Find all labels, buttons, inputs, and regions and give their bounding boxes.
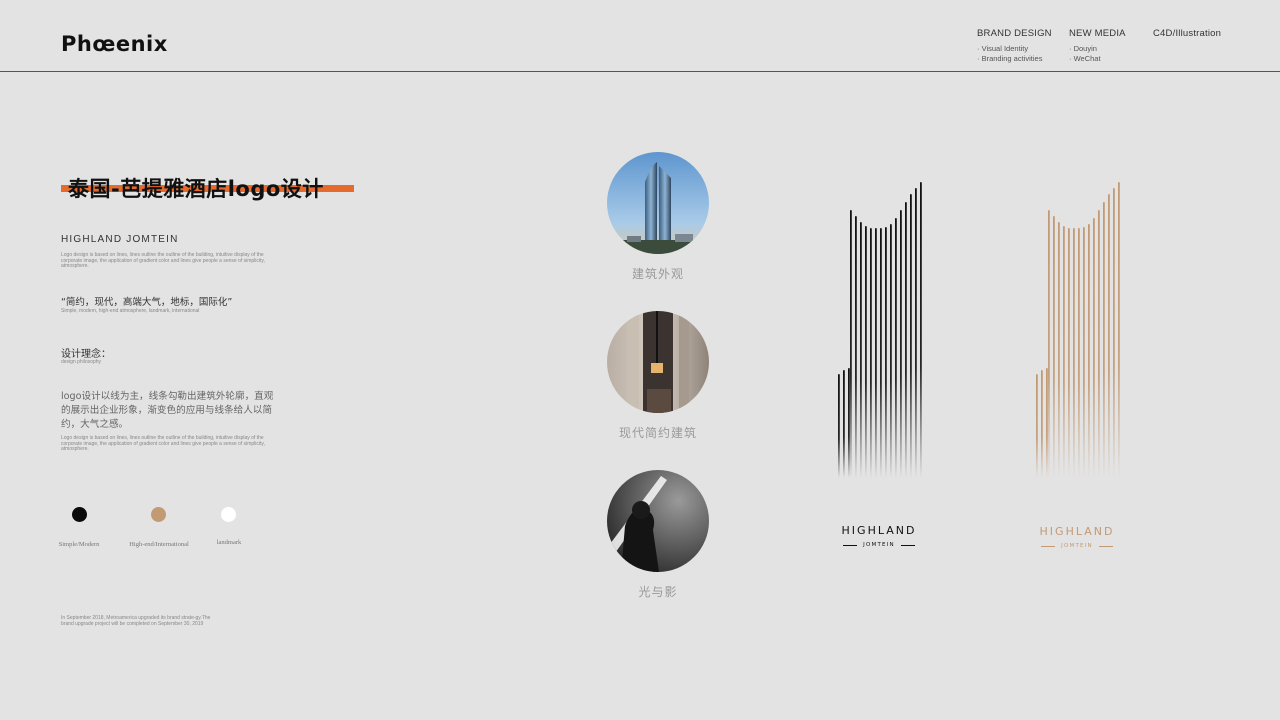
page-title-text: 泰国-芭提雅酒店logo设计 — [68, 177, 324, 201]
design-keywords-en: Simple, modern, high-end atmosphere, lan… — [61, 308, 200, 314]
logo-rule — [1041, 545, 1056, 547]
swatch-label: High-end/International — [129, 541, 189, 548]
logo-black-building-mark — [830, 178, 930, 487]
logo-stroke — [855, 216, 857, 478]
logo-stroke — [838, 374, 840, 478]
logo-stroke — [890, 224, 892, 478]
logo-wordmark-gold: HIGHLAND — [1039, 525, 1115, 538]
philosophy-body-en: Logo design is based on lines, lines out… — [61, 435, 265, 453]
circle-caption: 光与影 — [638, 585, 678, 599]
logo-stroke — [1058, 222, 1060, 478]
logo-stroke — [843, 370, 845, 478]
nav-title[interactable]: NEW MEDIA — [1069, 28, 1126, 39]
logo-stroke — [1073, 228, 1075, 478]
philosophy-label: 设计理念： — [61, 349, 111, 360]
logo-stroke — [895, 218, 897, 478]
logo-stroke — [1103, 202, 1105, 478]
logo-wordmark-black: HIGHLAND — [841, 524, 917, 537]
logo-stroke — [1048, 210, 1050, 478]
logo-stroke — [870, 228, 872, 478]
logo-stroke — [1088, 224, 1090, 478]
footnote: In September 2018, Metroamerica upgraded… — [61, 615, 211, 627]
nav-sub-item[interactable]: · Visual Identity — [977, 44, 1052, 54]
logo-stroke — [915, 188, 917, 478]
logo-subword: JOMTEIN — [863, 542, 895, 548]
logo-stroke — [850, 210, 852, 478]
logo-subword: JOMTEIN — [1061, 543, 1093, 549]
page-title: 泰国-芭提雅酒店logo设计 — [61, 172, 361, 206]
logo-stroke — [910, 194, 912, 478]
logo-rule — [843, 544, 858, 546]
brand-description: Logo design is based on lines, lines out… — [61, 252, 265, 270]
logo-stroke — [1053, 216, 1055, 478]
logo-stroke — [1046, 368, 1048, 478]
logo-stroke — [848, 368, 850, 478]
nav-c4d-illustration[interactable]: C4D/Illustration — [1153, 28, 1221, 39]
logo-stroke — [865, 226, 867, 478]
circle-caption: 现代简约建筑 — [618, 426, 697, 440]
logo-stroke — [1098, 210, 1100, 478]
swatch-white — [221, 507, 236, 522]
logo-stroke — [880, 228, 882, 478]
logo-stroke — [1083, 227, 1085, 478]
logo-stroke — [1063, 226, 1065, 478]
nav-sub-item[interactable]: · Douyin — [1069, 44, 1126, 54]
logo-stroke — [1108, 194, 1110, 478]
logo-stroke — [1036, 374, 1038, 478]
header-divider — [0, 71, 1280, 72]
swatch-label: landmark — [216, 539, 242, 546]
logo-stroke — [860, 222, 862, 478]
logo-stroke — [905, 202, 907, 478]
nav-title[interactable]: BRAND DESIGN — [977, 28, 1052, 39]
logo-stroke — [875, 228, 877, 478]
philosophy-body: logo设计以线为主，线条勾勒出建筑外轮廓，直观的展示出企业形象，渐变色的应用与… — [61, 391, 274, 430]
logo-stroke — [920, 182, 922, 478]
logo-subline-black: JOMTEIN — [799, 542, 959, 548]
logo-stroke — [1113, 188, 1115, 478]
nav-title[interactable]: C4D/Illustration — [1153, 28, 1221, 39]
logo-stroke — [885, 227, 887, 478]
brand-logo[interactable]: Phœenix — [61, 32, 168, 56]
swatch-label: Simple/Modern — [58, 541, 100, 548]
building-exterior-image — [607, 152, 709, 254]
logo-stroke — [1118, 182, 1120, 478]
philosophy-label-en: design philosophy — [61, 359, 102, 365]
logo-stroke — [1093, 218, 1095, 478]
swatch-gold — [151, 507, 166, 522]
nav-sub-item[interactable]: · WeChat — [1069, 54, 1126, 64]
logo-stroke — [1078, 228, 1080, 478]
logo-stroke — [1041, 370, 1043, 478]
brand-name: HIGHLAND JOMTEIN — [61, 234, 179, 245]
logo-rule — [900, 544, 915, 546]
nav-new-media[interactable]: NEW MEDIA · Douyin · WeChat — [1069, 28, 1126, 64]
logo-stroke — [900, 210, 902, 478]
logo-subline-gold: JOMTEIN — [997, 543, 1157, 549]
nav-sub-item[interactable]: · Branding activities — [977, 54, 1052, 64]
circle-caption: 建筑外观 — [631, 267, 684, 281]
logo-gold-building-mark — [1028, 178, 1128, 487]
logo-stroke — [1068, 228, 1070, 478]
modern-interior-image — [607, 311, 709, 413]
light-shadow-image — [607, 470, 709, 572]
design-keywords: “简约，现代，高端大气，地标，国际化” — [61, 297, 233, 308]
swatch-black — [72, 507, 87, 522]
nav-brand-design[interactable]: BRAND DESIGN · Visual Identity · Brandin… — [977, 28, 1052, 64]
logo-rule — [1098, 545, 1113, 547]
